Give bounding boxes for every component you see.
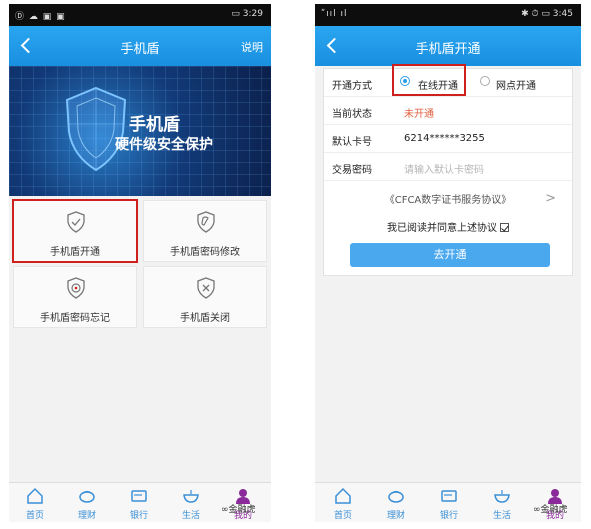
status-time: 3:45 [552, 9, 573, 19]
shield-x-icon [197, 277, 215, 299]
tab-bank[interactable]: 银行 [113, 483, 165, 522]
tile-change-password[interactable]: 手机盾密码修改 [143, 200, 267, 262]
watermark: ∞金融虎 [533, 505, 568, 515]
card-row: 默认卡号 6214******3255 [324, 125, 572, 153]
agreement-link[interactable]: 《CFCA数字证书服务协议》 > [324, 191, 572, 206]
status-row: 当前状态 未开通 [324, 97, 572, 125]
help-link[interactable]: 说明 [241, 39, 263, 55]
card-number: 6214******3255 [404, 133, 485, 144]
tile-label: 手机盾密码忘记 [40, 313, 110, 324]
nav-bar: 手机盾开通 [315, 26, 581, 66]
tile-label: 手机盾密码修改 [170, 247, 240, 258]
radio-online-label[interactable]: 在线开通 [418, 77, 458, 92]
method-label: 开通方式 [332, 81, 372, 92]
tile-label: 手机盾开通 [50, 247, 100, 258]
submit-button[interactable]: 去开通 [350, 243, 550, 267]
status-time: 3:29 [242, 9, 263, 19]
card-label: 默认卡号 [332, 137, 372, 148]
shield-target-icon [67, 277, 85, 299]
signal-icon: ʺııl ıl [321, 9, 348, 19]
phone-screen-right: ʺııl ıl ✱ ⏱ ▭ 3:45 手机盾开通 开通方式 在线开通 网点开通 … [315, 4, 581, 522]
consent-label: 我已阅读并同意上述协议 [387, 223, 497, 234]
tab-wealth[interactable]: 理财 [370, 483, 422, 522]
bowl-icon [494, 490, 510, 503]
tab-bank[interactable]: 银行 [423, 483, 475, 522]
method-row: 开通方式 在线开通 网点开通 [324, 64, 572, 97]
watermark: ∞金融虎 [221, 505, 256, 515]
piggy-bank-icon [388, 490, 404, 503]
tab-wealth[interactable]: 理财 [61, 483, 113, 522]
page-title: 手机盾开通 [415, 42, 481, 57]
tile-open-shield[interactable]: 手机盾开通 [12, 199, 138, 263]
password-row[interactable]: 交易密码 请输入默认卡密码 [324, 153, 572, 181]
bowl-icon [183, 490, 199, 503]
status-bar: Ⓓ ☁ ▣ ▣ ▭ 3:29 [9, 4, 271, 26]
shield-icon [65, 86, 127, 172]
activation-form: 开通方式 在线开通 网点开通 当前状态 未开通 默认卡号 6214******3… [323, 64, 573, 276]
status-icons: Ⓓ ☁ ▣ ▣ [15, 12, 66, 22]
password-label: 交易密码 [332, 165, 372, 176]
radio-online[interactable] [400, 76, 410, 86]
chevron-right-icon: > [545, 191, 556, 206]
card-icon [441, 490, 457, 502]
promo-banner: 手机盾 硬件级安全保护 [9, 66, 271, 196]
page-title: 手机盾 [120, 42, 160, 57]
banner-subtitle: 硬件级安全保护 [115, 137, 213, 153]
shield-wrench-icon [197, 211, 215, 233]
banner-title: 手机盾 [129, 115, 180, 135]
shield-check-icon [67, 211, 85, 233]
status-value: 未开通 [404, 109, 434, 120]
password-input[interactable]: 请输入默认卡密码 [404, 161, 484, 176]
piggy-bank-icon [79, 490, 95, 503]
tab-home[interactable]: 首页 [9, 483, 61, 522]
status-icons: ✱ ⏱ ▭ [521, 9, 550, 19]
radio-branch[interactable] [480, 76, 490, 86]
nav-bar: 手机盾 说明 [9, 26, 271, 66]
status-bar: ʺııl ıl ✱ ⏱ ▭ 3:45 [315, 4, 581, 26]
tile-close-shield[interactable]: 手机盾关闭 [143, 266, 267, 328]
tile-forgot-password[interactable]: 手机盾密码忘记 [13, 266, 137, 328]
tab-life[interactable]: 生活 [476, 483, 528, 522]
phone-screen-left: Ⓓ ☁ ▣ ▣ ▭ 3:29 手机盾 说明 手机盾 硬件级安全保护 手机盾开通 [9, 4, 271, 522]
tile-label: 手机盾关闭 [180, 313, 230, 324]
battery-icon: ▭ [231, 9, 240, 19]
card-icon [131, 490, 147, 502]
status-label: 当前状态 [332, 109, 372, 120]
tab-life[interactable]: 生活 [165, 483, 217, 522]
tab-home[interactable]: 首页 [317, 483, 369, 522]
home-icon [335, 487, 351, 504]
radio-branch-label[interactable]: 网点开通 [496, 77, 536, 92]
consent-row[interactable]: 我已阅读并同意上述协议 [324, 219, 572, 234]
home-icon [27, 487, 43, 504]
consent-checkbox[interactable] [500, 223, 509, 232]
